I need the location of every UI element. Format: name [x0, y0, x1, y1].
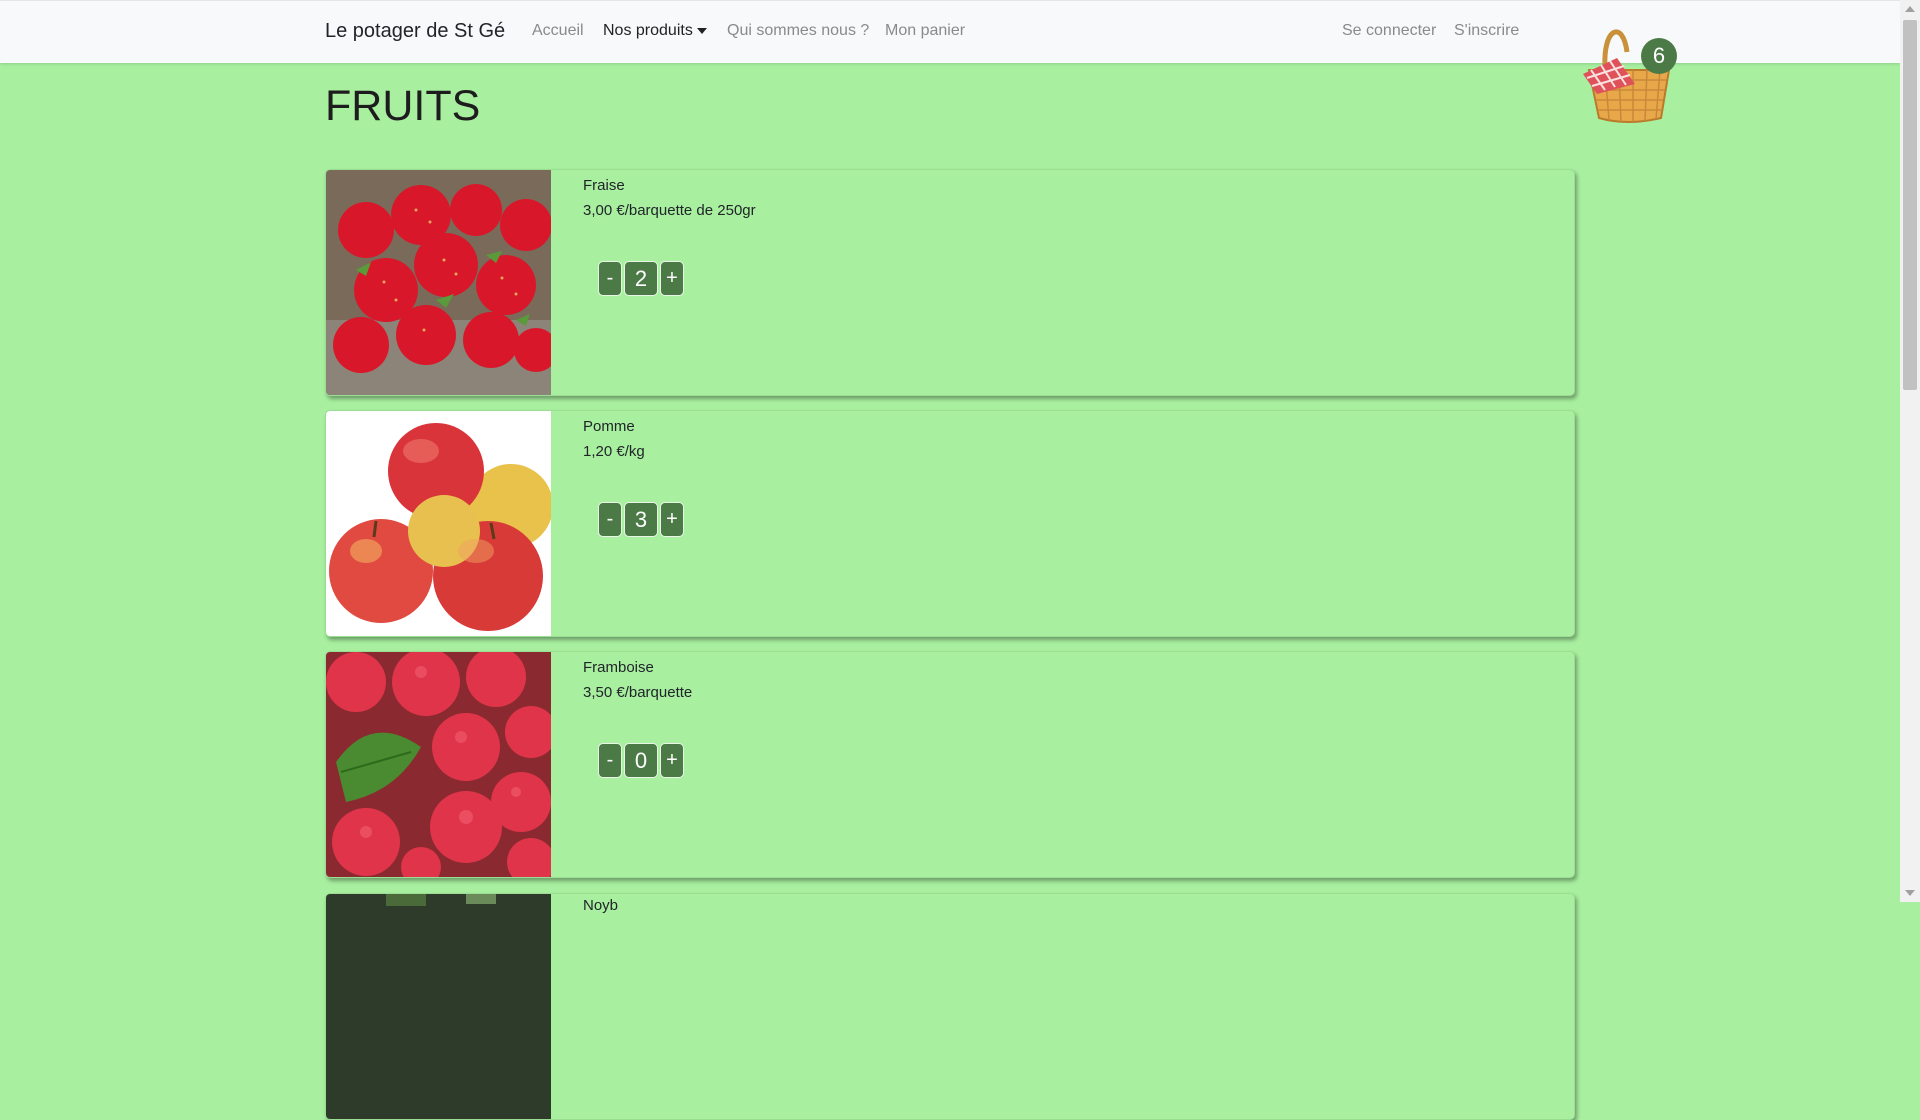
- quantity-value: 0: [624, 743, 658, 778]
- product-card-noyb: Noyb: [325, 893, 1575, 1120]
- nav-nos-produits-label: Nos produits: [603, 22, 693, 39]
- product-name: Pomme: [583, 418, 635, 435]
- scroll-down-icon[interactable]: [1905, 890, 1915, 896]
- basket-count-badge: 6: [1641, 38, 1677, 74]
- scroll-thumb[interactable]: [1903, 20, 1917, 390]
- quantity-value: 3: [624, 502, 658, 537]
- page-title: FRUITS: [325, 82, 481, 130]
- page-scrollbar[interactable]: [1900, 0, 1920, 902]
- decrease-button[interactable]: -: [598, 743, 622, 778]
- nav-accueil[interactable]: Accueil: [532, 22, 584, 40]
- quantity-stepper: - 2 +: [598, 261, 684, 296]
- brand-link[interactable]: Le potager de St Gé: [325, 20, 505, 43]
- quantity-stepper: - 3 +: [598, 502, 684, 537]
- nav-sinscrire[interactable]: S'inscrire: [1454, 22, 1519, 40]
- strawberry-image: [326, 170, 551, 395]
- apple-image: [326, 411, 551, 636]
- quantity-stepper: - 0 +: [598, 743, 684, 778]
- raspberry-image: [326, 652, 551, 877]
- product-card-framboise: Framboise 3,50 €/barquette - 0 +: [325, 651, 1575, 878]
- increase-button[interactable]: +: [660, 743, 684, 778]
- increase-button[interactable]: +: [660, 261, 684, 296]
- decrease-button[interactable]: -: [598, 261, 622, 296]
- scroll-up-icon[interactable]: [1905, 6, 1915, 12]
- product-card-pomme: Pomme 1,20 €/kg - 3 +: [325, 410, 1575, 637]
- product-name: Framboise: [583, 659, 654, 676]
- product-name: Noyb: [583, 897, 619, 914]
- product-price: 3,00 €/barquette de 250gr: [583, 202, 756, 219]
- quantity-value: 2: [624, 261, 658, 296]
- nut-image: [326, 894, 551, 1119]
- increase-button[interactable]: +: [660, 502, 684, 537]
- nav-qui-sommes-nous[interactable]: Qui sommes nous ?: [727, 22, 869, 40]
- product-name: Fraise: [583, 177, 625, 194]
- nav-mon-panier[interactable]: Mon panier: [885, 22, 965, 40]
- decrease-button[interactable]: -: [598, 502, 622, 537]
- nav-se-connecter[interactable]: Se connecter: [1342, 22, 1436, 40]
- caret-down-icon: [696, 27, 707, 34]
- product-card-fraise: Fraise 3,00 €/barquette de 250gr - 2 +: [325, 169, 1575, 396]
- product-price: 1,20 €/kg: [583, 443, 645, 460]
- product-price: 3,50 €/barquette: [583, 684, 693, 701]
- nav-nos-produits[interactable]: Nos produits: [603, 22, 707, 40]
